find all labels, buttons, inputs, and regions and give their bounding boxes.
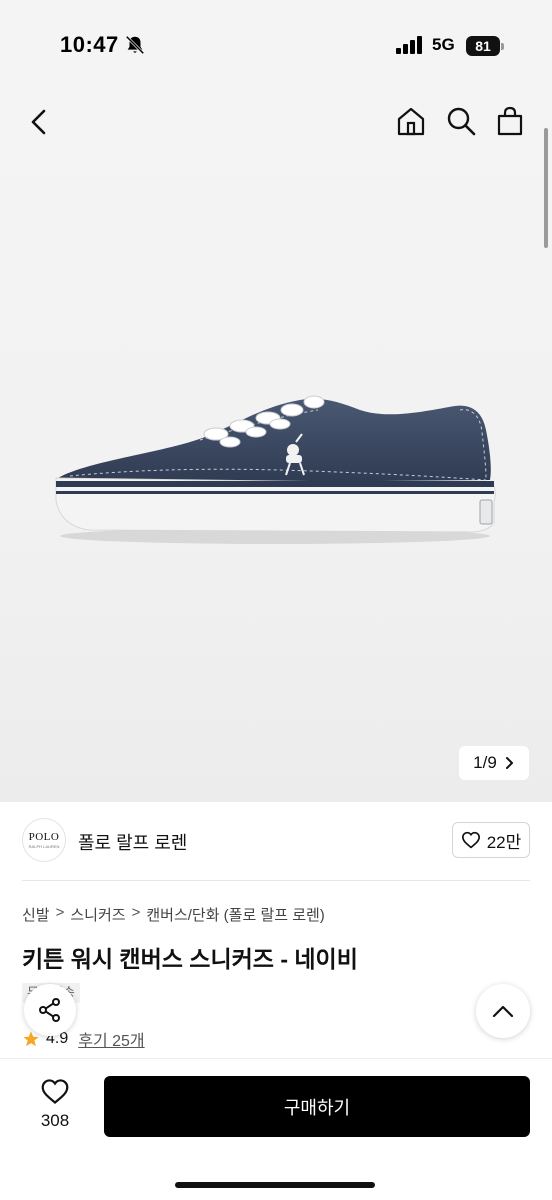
breadcrumb-item-sneakers[interactable]: 스니커즈: [70, 904, 125, 925]
heart-icon: [41, 1079, 69, 1104]
chevron-up-icon: [492, 1005, 514, 1018]
brand-name[interactable]: 폴로 랄프 로렌: [78, 829, 187, 855]
brand-like-count: 22만: [486, 832, 522, 852]
buy-button[interactable]: 구매하기: [104, 1076, 530, 1137]
wishlist-button[interactable]: 308: [28, 1078, 82, 1131]
brand-logo-subtext: RALPH LAUREN: [28, 844, 60, 849]
review-link[interactable]: 후기 25개: [78, 1027, 144, 1051]
search-icon[interactable]: [445, 105, 477, 137]
battery-tip: [501, 43, 504, 50]
image-counter[interactable]: 1/9: [459, 746, 529, 780]
brand-like-button[interactable]: 22만: [452, 822, 530, 858]
breadcrumb-separator: >: [55, 904, 65, 921]
breadcrumb-item-shoes[interactable]: 신발: [22, 904, 50, 925]
network-type: 5G: [432, 35, 455, 54]
brand-logo-text: POLO: [28, 831, 60, 843]
product-page: 10:47 5G 81 1/9 POLO RALPH LAUREN 폴로 랄프 …: [0, 0, 552, 1200]
back-icon[interactable]: [24, 106, 56, 138]
divider: [22, 880, 530, 881]
breadcrumb: 신발 > 스니커즈 > 캔버스/단화 (폴로 랄프 로렌): [22, 904, 325, 925]
breadcrumb-separator: >: [131, 904, 141, 921]
home-indicator[interactable]: [175, 1182, 375, 1188]
status-time: 10:47: [60, 32, 119, 57]
image-counter-text: 1/9: [473, 753, 497, 772]
heart-icon: [461, 831, 480, 849]
cart-icon[interactable]: [494, 105, 526, 137]
status-bar: 10:47 5G 81: [0, 0, 552, 90]
scroll-top-button[interactable]: [476, 984, 530, 1038]
battery-level: 81: [466, 36, 500, 56]
wishlist-count: 308: [40, 1111, 70, 1130]
breadcrumb-item-canvas[interactable]: 캔버스/단화 (폴로 랄프 로렌): [146, 904, 324, 925]
chevron-right-icon: [505, 757, 513, 769]
bell-slash-icon: [125, 35, 145, 55]
scroll-indicator: [544, 128, 548, 248]
share-button[interactable]: [24, 984, 76, 1036]
share-icon: [39, 998, 60, 1022]
brand-logo[interactable]: POLO RALPH LAUREN: [22, 818, 66, 862]
product-image-sneaker: [55, 395, 496, 544]
product-image-gallery[interactable]: 10:47 5G 81 1/9: [0, 0, 552, 802]
battery-icon: 81: [466, 36, 504, 56]
product-title: 키튼 워시 캔버스 스니커즈 - 네이비: [22, 946, 358, 972]
home-icon[interactable]: [395, 105, 427, 137]
signal-icon: [396, 36, 422, 54]
